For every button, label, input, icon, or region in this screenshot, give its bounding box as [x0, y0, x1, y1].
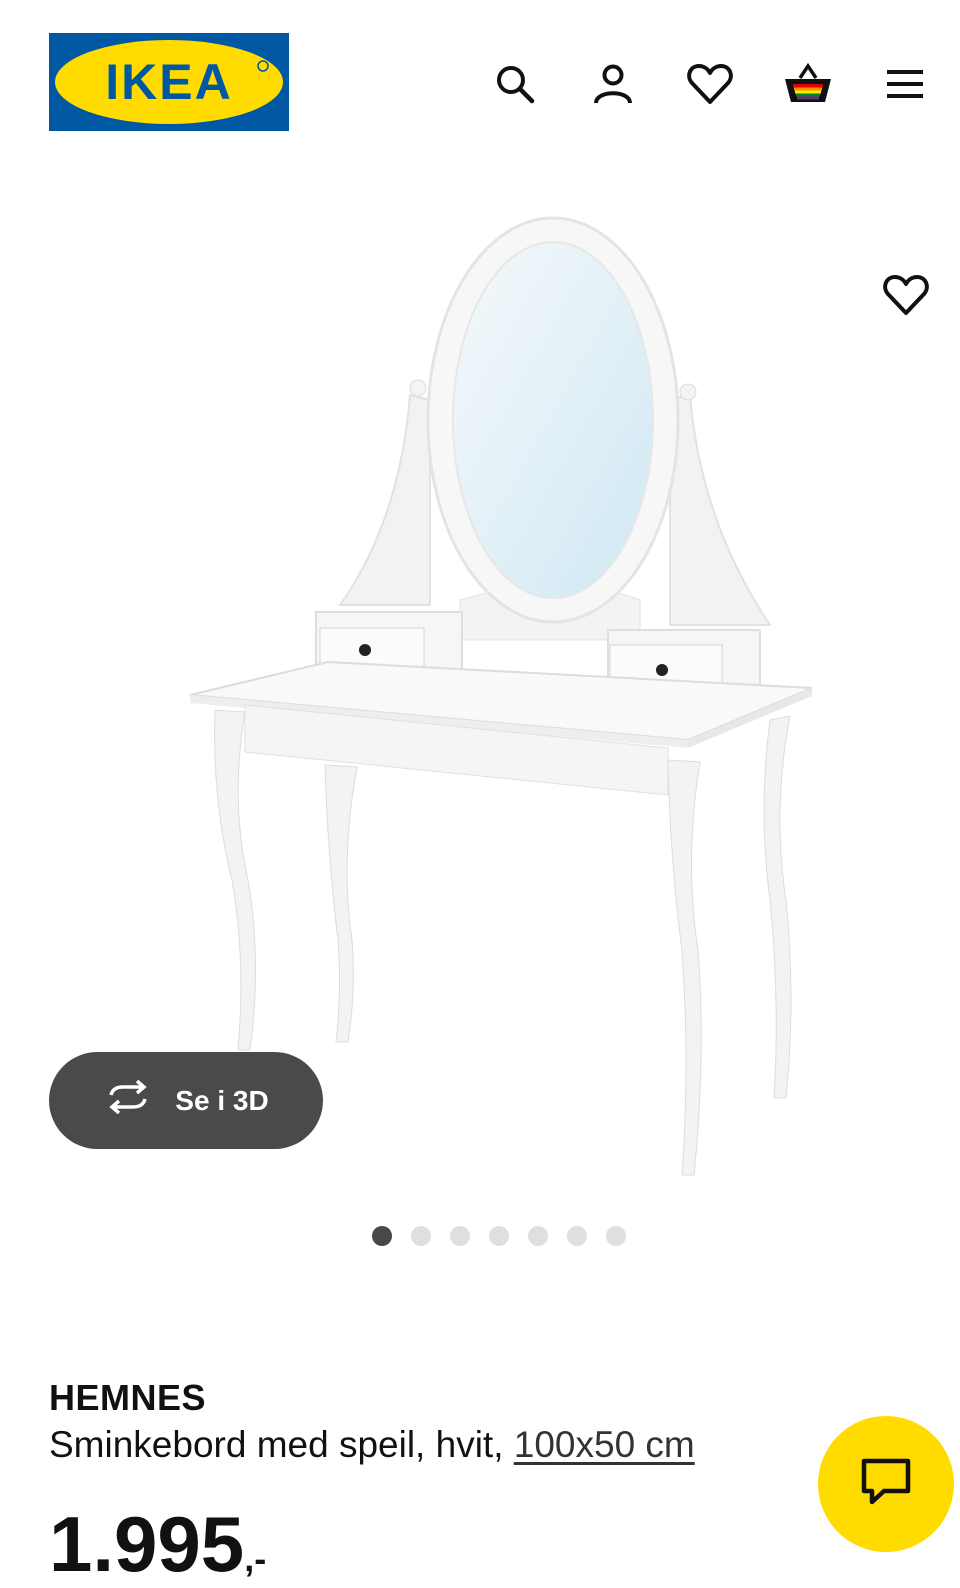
rotate-3d-icon — [103, 1079, 153, 1121]
search-icon[interactable] — [487, 56, 543, 112]
price-amount: 1.995 — [49, 1500, 245, 1588]
svg-text:IKEA: IKEA — [105, 54, 232, 110]
carousel-dot[interactable] — [450, 1226, 470, 1246]
site-header: IKEA — [0, 0, 960, 150]
menu-icon[interactable] — [877, 56, 933, 112]
add-to-favorites-icon[interactable] — [876, 265, 936, 325]
carousel-dot[interactable] — [567, 1226, 587, 1246]
ikea-logo[interactable]: IKEA — [49, 33, 289, 131]
chat-icon — [860, 1457, 912, 1512]
product-price: 1.995,- — [49, 1505, 266, 1583]
carousel-dot[interactable] — [372, 1226, 392, 1246]
chat-button[interactable] — [818, 1416, 954, 1552]
product-description: Sminkebord med speil, hvit, 100x50 cm — [49, 1424, 695, 1466]
carousel-dot[interactable] — [606, 1226, 626, 1246]
carousel-dot[interactable] — [528, 1226, 548, 1246]
product-image[interactable] — [0, 150, 960, 1190]
view-in-3d-label: Se i 3D — [175, 1084, 269, 1116]
product-description-text: Sminkebord med speil, hvit, — [49, 1424, 514, 1465]
product-size-link[interactable]: 100x50 cm — [514, 1424, 695, 1465]
carousel-dot[interactable] — [489, 1226, 509, 1246]
image-carousel-dots — [372, 1226, 626, 1246]
view-in-3d-button[interactable]: Se i 3D — [49, 1052, 323, 1149]
product-name: HEMNES — [49, 1377, 207, 1418]
cart-icon[interactable] — [780, 56, 836, 112]
price-suffix: ,- — [244, 1538, 267, 1579]
favorites-icon[interactable] — [682, 56, 738, 112]
account-icon[interactable] — [585, 56, 641, 112]
carousel-dot[interactable] — [411, 1226, 431, 1246]
